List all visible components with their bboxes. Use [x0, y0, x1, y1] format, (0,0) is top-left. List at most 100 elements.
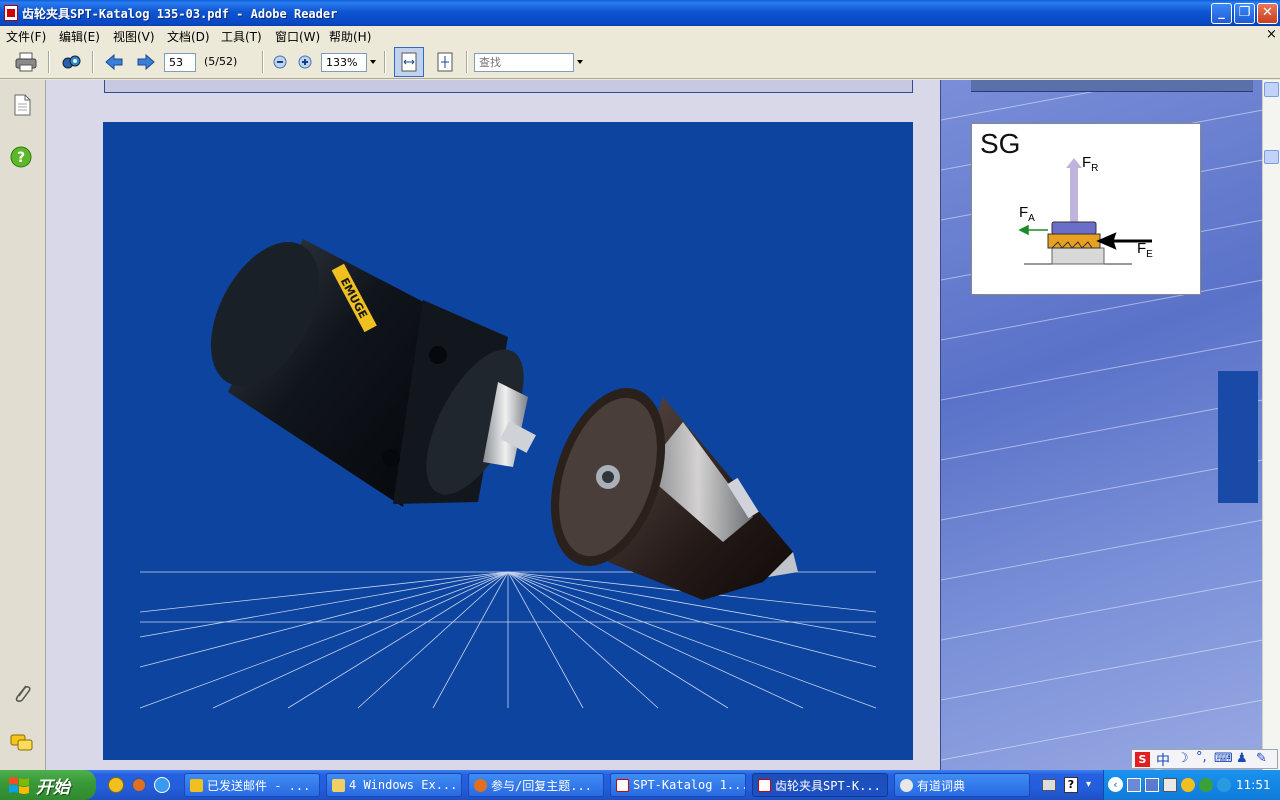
- toolbar-separator: [262, 51, 264, 73]
- start-label: 开始: [36, 777, 70, 798]
- scroll-up-button[interactable]: [1264, 82, 1279, 97]
- chuck-adapter: [550, 388, 798, 600]
- ime-toolbar[interactable]: S 中 ☽ °, ⌨ ♟ ✎: [1131, 749, 1278, 769]
- security-icon[interactable]: [1199, 778, 1213, 792]
- task-firefox[interactable]: 参与/回复主题...: [468, 773, 604, 797]
- folder-icon: [332, 779, 345, 792]
- keyboard-icon[interactable]: ⌨: [1214, 751, 1233, 766]
- help-button[interactable]: ?: [10, 146, 32, 171]
- minimize-button[interactable]: _: [1211, 3, 1232, 24]
- pdf-page-left: EMUGE: [46, 80, 940, 770]
- menu-edit[interactable]: 编辑(E): [59, 28, 100, 45]
- zoom-in-button[interactable]: [295, 50, 315, 74]
- axial-force-arrow: [1018, 224, 1048, 236]
- sogou-icon[interactable]: S: [1135, 752, 1150, 767]
- sync-icon[interactable]: [1217, 778, 1231, 792]
- menu-view[interactable]: 视图(V): [113, 28, 155, 45]
- scroll-thumb[interactable]: [1264, 150, 1279, 164]
- chevron-down-icon[interactable]: [370, 60, 376, 64]
- section-tab: [1218, 371, 1258, 503]
- clock[interactable]: 11:51: [1236, 778, 1271, 792]
- network-icon-2[interactable]: [1145, 778, 1159, 792]
- toolbar-separator: [466, 51, 468, 73]
- zoom-level-select[interactable]: [321, 53, 367, 72]
- search-input[interactable]: [474, 53, 574, 72]
- network-icon[interactable]: [1127, 778, 1141, 792]
- task-pdf-catalog[interactable]: SPT-Katalog 1...: [610, 773, 746, 797]
- help-tray-icon[interactable]: ?: [1064, 777, 1078, 793]
- help-icon: ?: [10, 146, 32, 168]
- firefox-quicklaunch-icon[interactable]: [131, 777, 147, 793]
- task-explorer[interactable]: 4 Windows Ex...: [326, 773, 462, 797]
- fit-page-icon: [437, 52, 453, 72]
- punctuation-icon[interactable]: °,: [1196, 750, 1207, 765]
- find-tool-button[interactable]: [58, 50, 84, 74]
- next-page-button[interactable]: [134, 50, 158, 74]
- window-title: 齿轮夹具SPT-Katalog 135-03.pdf - Adobe Reade…: [22, 7, 338, 21]
- firefox-icon: [474, 779, 487, 792]
- document-close-icon[interactable]: ×: [1266, 27, 1277, 42]
- page-number-input[interactable]: [164, 53, 196, 72]
- windows-logo-icon: [9, 777, 29, 794]
- menu-document[interactable]: 文档(D): [167, 28, 210, 45]
- previous-page-button[interactable]: [102, 50, 126, 74]
- perspective-grid: [139, 571, 877, 709]
- messenger-icon[interactable]: [1181, 778, 1195, 792]
- chuck-housing: EMUGE: [210, 239, 536, 507]
- task-youdao[interactable]: 有道词典: [894, 773, 1030, 797]
- menu-window[interactable]: 窗口(W): [275, 28, 320, 45]
- menu-tools[interactable]: 工具(T): [221, 28, 262, 45]
- zoom-in-icon: [298, 55, 312, 69]
- volume-icon[interactable]: [1163, 778, 1177, 792]
- binoculars-icon: [62, 55, 81, 69]
- wrench-icon[interactable]: ✎: [1256, 751, 1267, 766]
- task-pdf-active[interactable]: 齿轮夹具SPT-K...: [752, 773, 888, 797]
- base-block: [1051, 247, 1105, 265]
- fit-width-icon: [401, 52, 417, 72]
- tray-collapse-icon[interactable]: ‹: [1108, 777, 1123, 792]
- label-force-radial: FR: [1082, 154, 1099, 174]
- fit-width-button[interactable]: [394, 47, 424, 77]
- page-header-band: [104, 80, 913, 93]
- navigation-panel: ?: [0, 80, 46, 770]
- arrow-left-icon: [105, 53, 123, 71]
- task-mail[interactable]: 已发送邮件 - ...: [184, 773, 320, 797]
- comments-icon: [10, 734, 33, 751]
- ime-mode-label[interactable]: 中: [1156, 750, 1170, 770]
- maximize-button[interactable]: ❐: [1234, 3, 1255, 24]
- sg-diagram-box: SG FR FA FE: [971, 123, 1201, 295]
- close-button[interactable]: ✕: [1257, 3, 1278, 24]
- menu-file[interactable]: 文件(F): [6, 28, 46, 45]
- zoom-out-button[interactable]: [270, 50, 290, 74]
- document-view[interactable]: EMUGE SG FR FA FE: [46, 80, 1268, 770]
- fit-page-button[interactable]: [432, 50, 458, 74]
- ie-quicklaunch-icon[interactable]: [154, 777, 170, 793]
- search-dropdown-icon[interactable]: [577, 60, 583, 64]
- toolbar-separator: [92, 51, 94, 73]
- pdf-icon: [758, 779, 771, 792]
- page-icon: [14, 94, 31, 116]
- menu-help[interactable]: 帮助(H): [329, 28, 371, 45]
- tray-expand-icon[interactable]: ▾: [1086, 779, 1096, 791]
- mail-quicklaunch-icon[interactable]: [108, 777, 124, 793]
- zoom-out-icon: [273, 55, 287, 69]
- attachments-button[interactable]: [12, 682, 32, 707]
- toolbar-separator: [384, 51, 386, 73]
- moon-icon[interactable]: ☽: [1177, 751, 1189, 766]
- page-header-strip: [971, 80, 1253, 92]
- pages-panel-button[interactable]: [12, 94, 32, 119]
- start-button[interactable]: 开始: [0, 770, 96, 800]
- adobe-reader-icon: [4, 5, 18, 21]
- menu-bar: 文件(F) 编辑(E) 视图(V) 文档(D) 工具(T) 窗口(W) 帮助(H…: [0, 26, 1280, 45]
- title-bar[interactable]: 齿轮夹具SPT-Katalog 135-03.pdf - Adobe Reade…: [0, 0, 1280, 26]
- print-button[interactable]: [12, 50, 40, 74]
- product-photo: EMUGE: [103, 122, 913, 760]
- mail-icon: [190, 779, 203, 792]
- vertical-scrollbar[interactable]: [1262, 80, 1280, 770]
- language-bar-icon[interactable]: [1042, 779, 1056, 791]
- svg-text:?: ?: [17, 150, 25, 166]
- user-icon[interactable]: ♟: [1236, 751, 1248, 766]
- product-illustration: EMUGE: [139, 239, 877, 709]
- label-force-axial: FA: [1019, 204, 1035, 224]
- comments-button[interactable]: [10, 733, 34, 756]
